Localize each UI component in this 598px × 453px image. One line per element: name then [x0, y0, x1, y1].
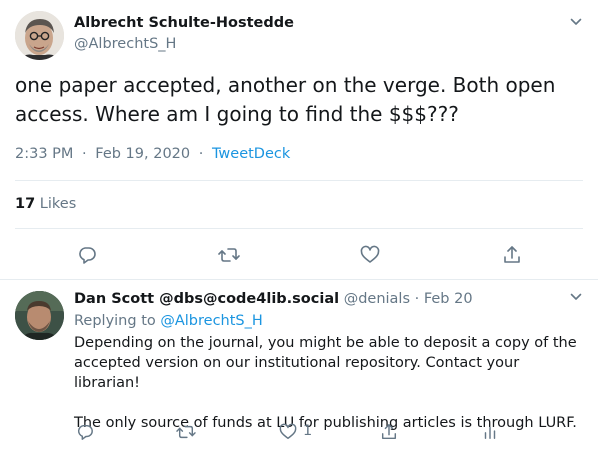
reply-date[interactable]: Feb 20 — [424, 291, 473, 307]
share-icon[interactable] — [500, 243, 524, 267]
analytics-icon[interactable] — [478, 420, 502, 444]
tweet-date[interactable]: Feb 19, 2020 — [95, 146, 190, 162]
retweet-icon[interactable] — [174, 420, 198, 444]
reply-author-avatar[interactable] — [15, 291, 64, 340]
reply-text: Depending on the journal, you might be a… — [74, 333, 584, 453]
author-name[interactable]: Albrecht Schulte-Hostedde — [74, 15, 294, 31]
reply-paragraph: The only source of funds at LU for publi… — [74, 415, 577, 431]
reply-author-handle[interactable]: @denials — [344, 291, 410, 307]
chevron-down-icon[interactable] — [566, 12, 586, 32]
replying-to-mention[interactable]: @AlbrechtS_H — [160, 313, 262, 329]
heart-icon[interactable] — [358, 243, 382, 267]
reply-icon[interactable] — [73, 420, 97, 444]
replying-to-label: Replying to — [74, 313, 156, 329]
retweet-icon[interactable] — [217, 243, 241, 267]
author-handle[interactable]: @AlbrechtS_H — [74, 36, 176, 52]
tweet-time[interactable]: 2:33 PM — [15, 146, 73, 162]
share-icon[interactable] — [377, 420, 401, 444]
tweet-source-link[interactable]: TweetDeck — [212, 146, 290, 162]
reply-icon[interactable] — [75, 243, 99, 267]
divider — [15, 180, 583, 181]
reply-author-name[interactable]: Dan Scott @dbs@code4lib.social — [74, 291, 339, 307]
reply-like-count: 1 — [303, 423, 313, 439]
reply-tweet: Dan Scott @dbs@code4lib.social @denials … — [0, 281, 598, 450]
meta-separator: · — [82, 146, 87, 162]
likes-count: 17 — [15, 196, 36, 212]
meta-separator: · — [414, 291, 420, 307]
meta-separator: · — [198, 146, 204, 162]
main-tweet: Albrecht Schulte-Hostedde @AlbrechtS_H o… — [0, 0, 598, 280]
likes-label: Likes — [39, 196, 77, 212]
reply-paragraph: Depending on the journal, you might be a… — [74, 335, 577, 391]
replying-to: Replying to @AlbrechtS_H — [74, 313, 263, 329]
reply-header: Dan Scott @dbs@code4lib.social @denials … — [74, 291, 473, 307]
likes-stat[interactable]: 17 Likes — [15, 196, 76, 212]
heart-icon[interactable] — [276, 420, 300, 444]
tweet-meta: 2:33 PM · Feb 19, 2020 · TweetDeck — [15, 146, 290, 162]
tweet-text: one paper accepted, another on the verge… — [15, 73, 556, 126]
chevron-down-icon[interactable] — [566, 287, 586, 307]
author-avatar[interactable] — [15, 11, 64, 60]
divider — [15, 228, 583, 229]
